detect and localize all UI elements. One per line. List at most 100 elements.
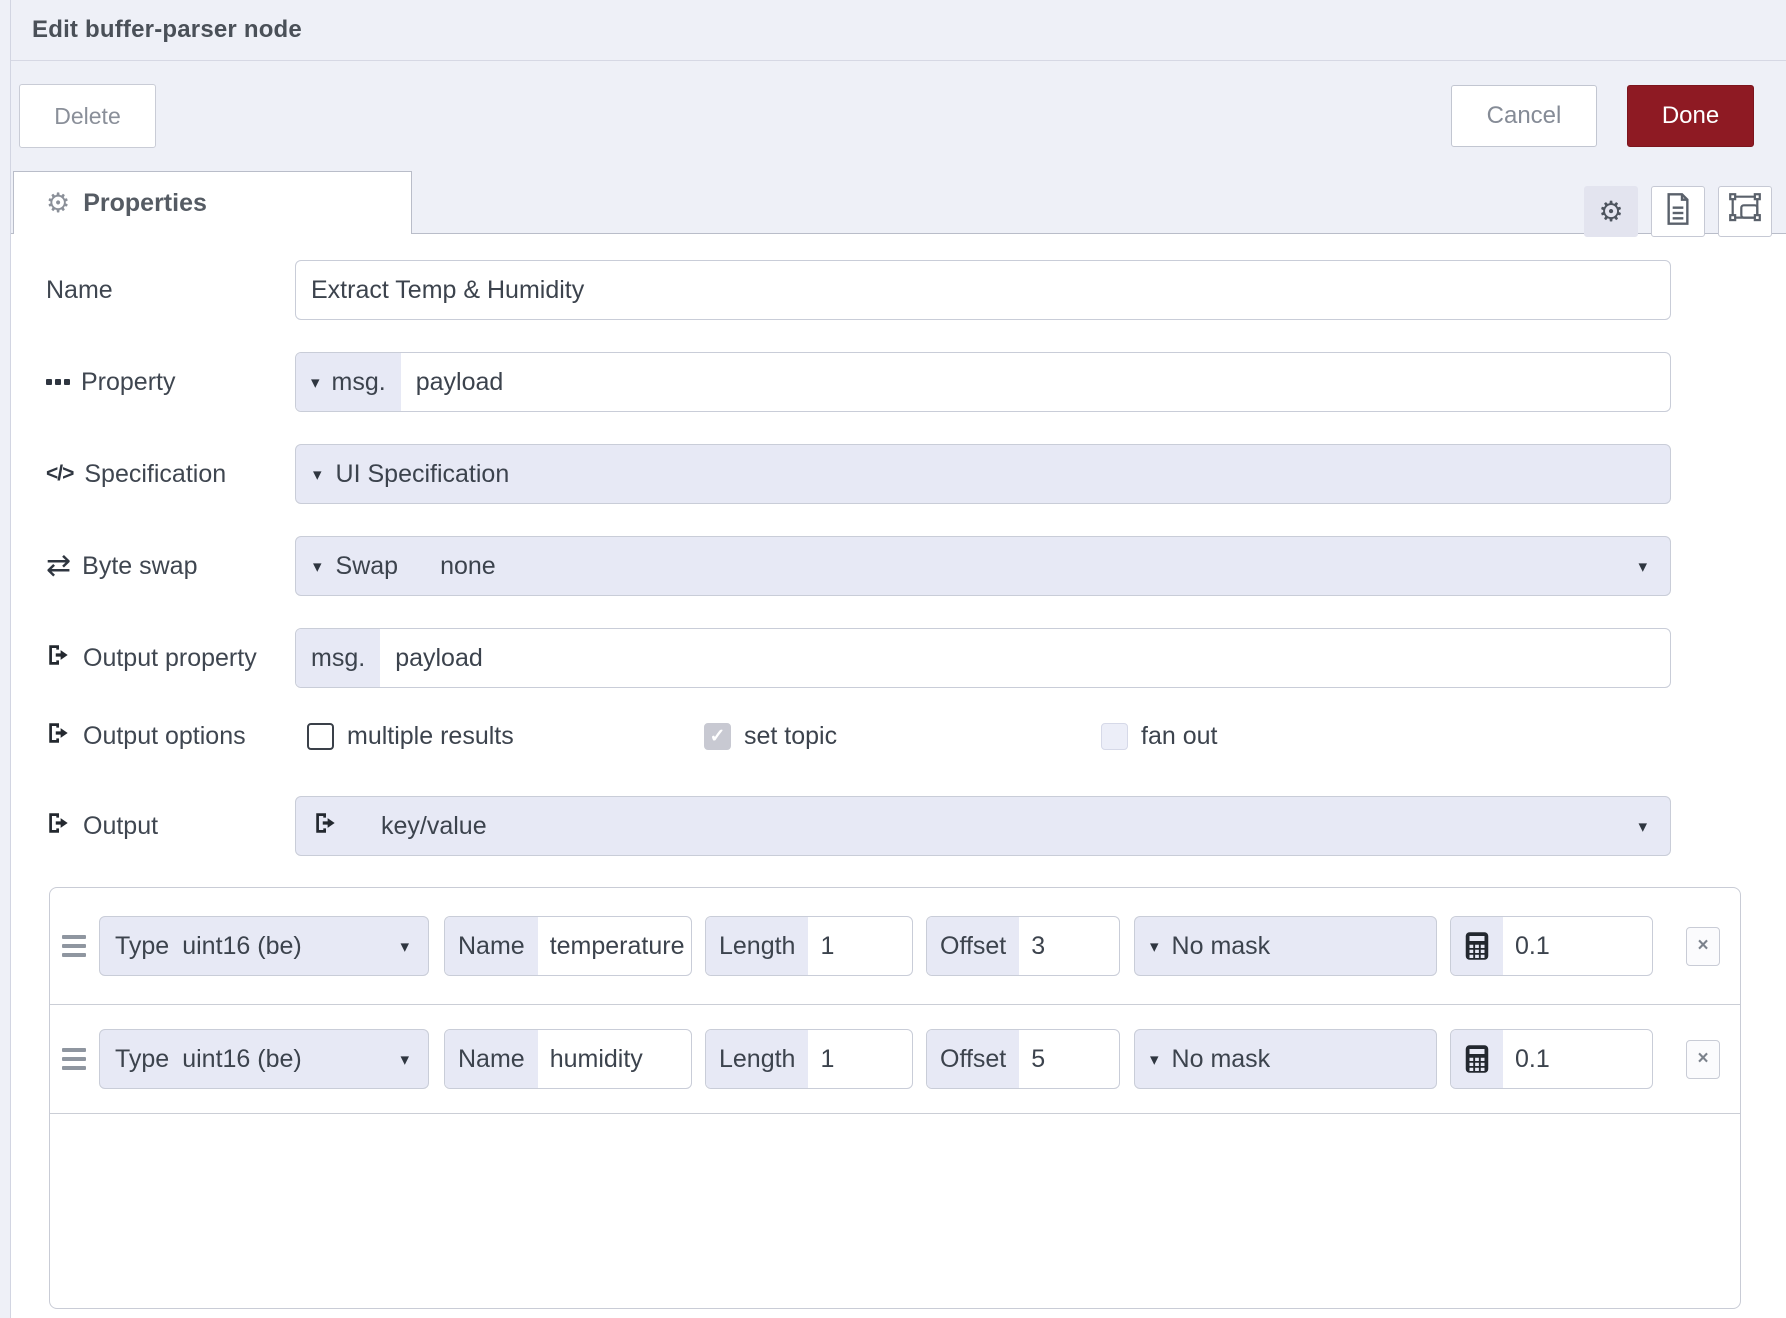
chevron-down-icon: ▾	[400, 1051, 409, 1068]
name-value: Extract Temp & Humidity	[296, 276, 584, 305]
drag-handle-icon[interactable]	[62, 935, 86, 957]
item-scale-value: 0.1	[1503, 932, 1652, 961]
tab-properties[interactable]: ⚙ Properties	[13, 171, 412, 234]
output-property-input[interactable]: msg. payload	[295, 628, 1671, 688]
tray-header: Edit buffer-parser node	[11, 0, 1786, 61]
description-view-button[interactable]	[1651, 186, 1705, 237]
appearance-icon	[1729, 193, 1761, 230]
code-icon: </>	[46, 462, 73, 486]
output-property-prefix: msg.	[311, 644, 365, 673]
byte-swap-label: ⇄ Byte swap	[46, 551, 295, 581]
property-input[interactable]: ▾ msg. payload	[295, 352, 1671, 412]
multiple-results-label: multiple results	[347, 722, 514, 751]
item-row: Type uint16 (be) ▾ Name temperature Leng…	[50, 888, 1740, 1005]
delete-button[interactable]: Delete	[19, 84, 156, 148]
chevron-down-icon: ▾	[1638, 818, 1647, 835]
item-name-input[interactable]: Name humidity	[444, 1029, 692, 1089]
items-list: Type uint16 (be) ▾ Name temperature Leng…	[49, 887, 1741, 1309]
output-property-value: payload	[380, 644, 483, 673]
sign-out-icon	[46, 720, 72, 753]
specification-value: UI Specification	[336, 460, 510, 489]
multiple-results-checkbox[interactable]: ✓	[307, 723, 334, 750]
chevron-down-icon: ▾	[313, 466, 322, 483]
swap-label: Swap	[336, 552, 399, 581]
sign-out-icon	[46, 642, 72, 675]
chevron-down-icon: ▾	[311, 374, 320, 391]
chevron-down-icon: ▾	[400, 938, 409, 955]
row-specification: </> Specification ▾ UI Specification	[46, 444, 1786, 504]
item-offset-input[interactable]: Offset 3	[926, 916, 1120, 976]
done-button[interactable]: Done	[1627, 85, 1754, 147]
tray-body: Name Extract Temp & Humidity Property ▾ …	[11, 234, 1786, 1318]
item-type-select[interactable]: Type uint16 (be) ▾	[99, 1029, 429, 1089]
item-length-input[interactable]: Length 1	[705, 916, 913, 976]
name-input[interactable]: Extract Temp & Humidity	[295, 260, 1671, 320]
item-row: Type uint16 (be) ▾ Name humidity Length …	[50, 1005, 1740, 1114]
gear-icon: ⚙	[1598, 198, 1623, 226]
item-mask-value: No mask	[1172, 932, 1271, 961]
fan-out-checkbox[interactable]: ✓	[1101, 723, 1128, 750]
row-byte-swap: ⇄ Byte swap ▾ Swap none ▾	[46, 536, 1786, 596]
row-output-property: Output property msg. payload	[46, 628, 1786, 688]
ellipsis-icon	[46, 379, 70, 385]
chevron-down-icon: ▾	[1150, 938, 1159, 955]
set-topic-checkbox[interactable]: ✓	[704, 723, 731, 750]
property-prefix: msg.	[332, 368, 386, 397]
edit-node-tray: Edit buffer-parser node Delete Cancel Do…	[10, 0, 1786, 1318]
item-type-value: uint16 (be)	[182, 932, 302, 961]
item-name-value: temperature	[538, 932, 691, 961]
item-length-input[interactable]: Length 1	[705, 1029, 913, 1089]
item-type-select[interactable]: Type uint16 (be) ▾	[99, 916, 429, 976]
set-topic-label: set topic	[744, 722, 837, 751]
item-name-value: humidity	[538, 1045, 691, 1074]
row-output-options: Output options ✓ multiple results ✓ set …	[46, 720, 1786, 753]
output-value: key/value	[381, 812, 487, 841]
sign-out-icon	[313, 810, 339, 843]
output-select[interactable]: key/value ▾	[295, 796, 1671, 856]
property-type-segment[interactable]: ▾ msg.	[296, 353, 401, 411]
chevron-down-icon: ▾	[313, 558, 322, 575]
item-offset-value: 3	[1019, 932, 1119, 961]
property-label: Property	[46, 368, 295, 397]
calculator-icon	[1451, 1030, 1503, 1088]
sign-out-icon	[46, 810, 72, 843]
item-mask-select[interactable]: ▾ No mask	[1134, 916, 1437, 976]
byte-swap-select[interactable]: ▾ Swap none ▾	[295, 536, 1671, 596]
item-offset-input[interactable]: Offset 5	[926, 1029, 1120, 1089]
item-scale-input[interactable]: 0.1	[1450, 916, 1653, 976]
item-length-value: 1	[808, 932, 912, 961]
item-length-value: 1	[808, 1045, 912, 1074]
row-property: Property ▾ msg. payload	[46, 352, 1786, 412]
item-type-value: uint16 (be)	[182, 1045, 302, 1074]
fan-out-option: ✓ fan out	[1101, 722, 1498, 751]
item-mask-select[interactable]: ▾ No mask	[1134, 1029, 1437, 1089]
drag-handle-icon[interactable]	[62, 1048, 86, 1070]
chevron-down-icon: ▾	[1638, 558, 1647, 575]
chevron-down-icon: ▾	[1150, 1051, 1159, 1068]
document-icon	[1664, 193, 1692, 230]
tab-properties-label: Properties	[83, 189, 207, 218]
byte-swap-value: none	[440, 552, 496, 581]
calculator-icon	[1451, 917, 1503, 975]
specification-select[interactable]: ▾ UI Specification	[295, 444, 1671, 504]
fan-out-label: fan out	[1141, 722, 1217, 751]
cancel-button[interactable]: Cancel	[1451, 85, 1597, 147]
set-topic-option: ✓ set topic	[704, 722, 1101, 751]
swap-arrows-icon: ⇄	[46, 551, 71, 581]
output-label: Output	[46, 810, 295, 843]
dialog-title: Edit buffer-parser node	[32, 16, 302, 44]
item-scale-value: 0.1	[1503, 1045, 1652, 1074]
gear-icon: ⚙	[46, 190, 70, 217]
remove-item-button[interactable]: ×	[1686, 927, 1720, 966]
tray-toolbar: Delete Cancel Done	[11, 61, 1786, 171]
appearance-view-button[interactable]	[1718, 186, 1772, 237]
remove-item-button[interactable]: ×	[1686, 1040, 1720, 1079]
property-value: payload	[401, 368, 504, 397]
row-output: Output key/value ▾	[46, 796, 1786, 856]
properties-view-button[interactable]: ⚙	[1584, 186, 1638, 237]
item-mask-value: No mask	[1172, 1045, 1271, 1074]
name-label: Name	[46, 276, 295, 305]
output-property-prefix-segment: msg.	[296, 629, 380, 687]
item-scale-input[interactable]: 0.1	[1450, 1029, 1653, 1089]
item-name-input[interactable]: Name temperature	[444, 916, 692, 976]
